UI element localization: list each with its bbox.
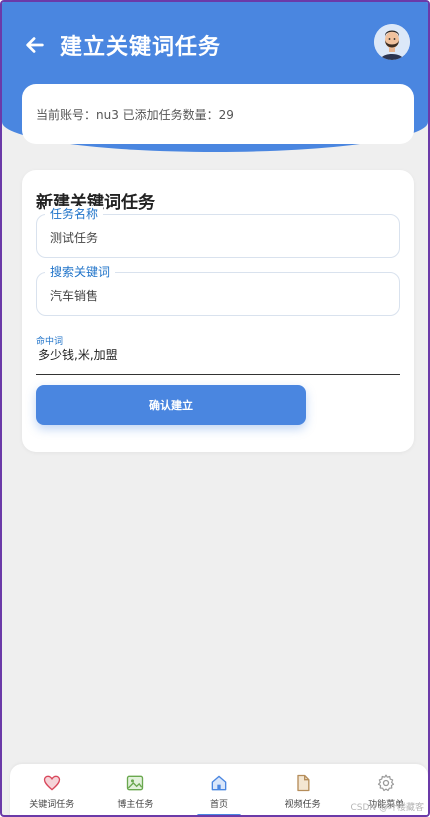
file-icon <box>296 774 310 792</box>
task-name-field[interactable]: 任务名称 测试任务 <box>36 206 400 258</box>
hit-words-input[interactable]: 多少钱,米,加盟 <box>38 346 118 363</box>
nav-item-video-task[interactable]: 视频任务 <box>263 764 343 815</box>
nav-label-blogger-task: 博主任务 <box>117 800 154 810</box>
nav-item-blogger-task[interactable]: 博主任务 <box>95 764 175 815</box>
account-info-text: 当前账号：nu3 已添加任务数量：29 <box>36 107 234 122</box>
heart-icon <box>43 775 60 791</box>
home-icon <box>211 775 227 791</box>
new-task-form: 新建关键词任务 任务名称 测试任务 搜索关键词 汽车销售 命中词 多少钱,米,加… <box>22 170 414 452</box>
gear-icon <box>378 774 395 792</box>
search-keyword-input[interactable]: 汽车销售 <box>50 287 98 304</box>
task-name-label: 任务名称 <box>45 206 104 222</box>
avatar-icon <box>374 24 410 60</box>
watermark: CSDN @叶楼藏客 <box>350 803 424 813</box>
back-arrow-icon[interactable] <box>24 34 46 56</box>
account-info-card: 当前账号：nu3 已添加任务数量：29 <box>22 84 414 144</box>
task-name-input[interactable]: 测试任务 <box>50 229 98 246</box>
app-frame: 建立关键词任务 当前账号：nu3 已添加任务数量：29 新建关键词任务 任务名称… <box>0 0 430 817</box>
page-title: 建立关键词任务 <box>60 35 222 60</box>
confirm-create-button[interactable]: 确认建立 <box>36 385 306 425</box>
hit-words-underline <box>36 374 400 375</box>
nav-label-home: 首页 <box>209 800 228 810</box>
search-keyword-field[interactable]: 搜索关键词 汽车销售 <box>36 264 400 316</box>
search-keyword-label: 搜索关键词 <box>45 264 116 280</box>
nav-label-video-task: 视频任务 <box>284 800 321 810</box>
image-icon <box>127 775 144 791</box>
avatar[interactable] <box>374 24 410 60</box>
nav-item-keyword-task[interactable]: 关键词任务 <box>12 764 92 815</box>
nav-label-keyword-task: 关键词任务 <box>29 800 75 810</box>
nav-item-home[interactable]: 首页 <box>179 764 259 815</box>
